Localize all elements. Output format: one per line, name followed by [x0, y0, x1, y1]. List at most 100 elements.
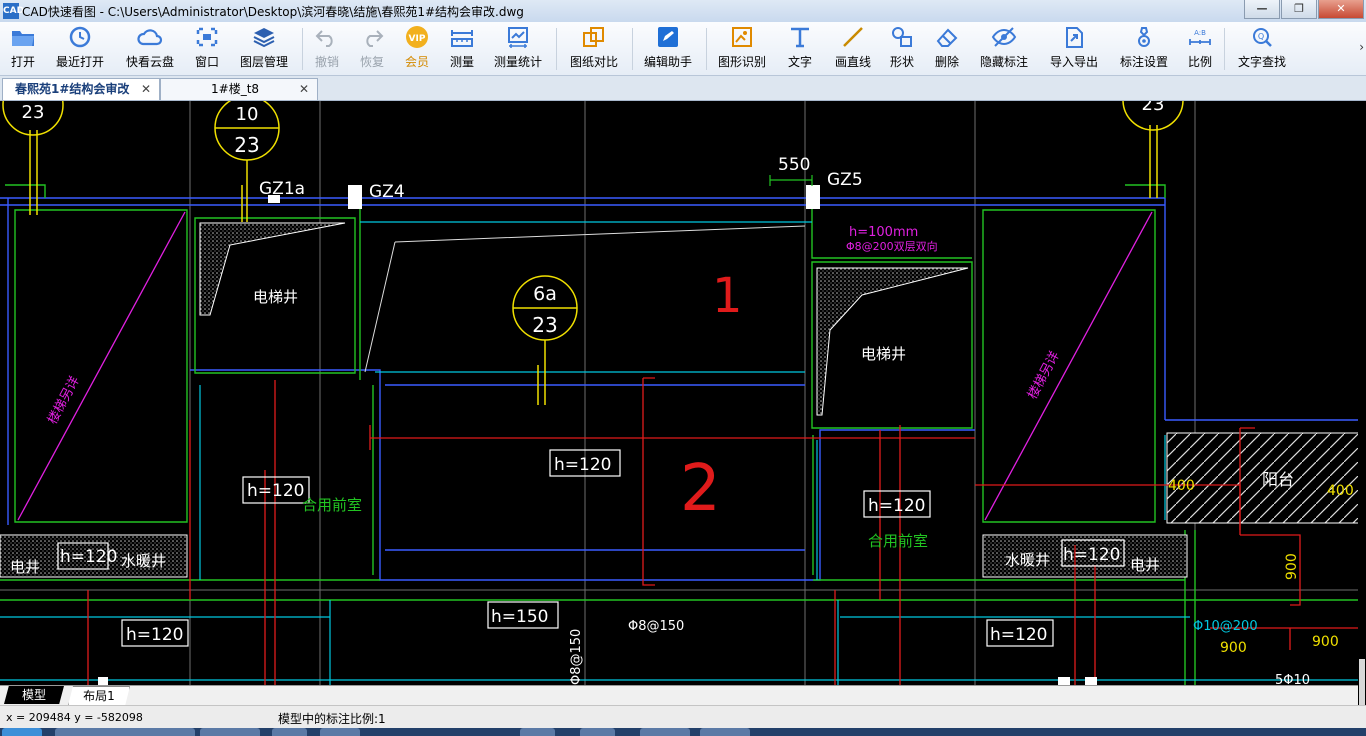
import-export-button[interactable]: 导入导出	[1046, 25, 1102, 73]
toolbar-separator	[302, 28, 303, 70]
edit-helper-button[interactable]: 编辑助手	[640, 25, 696, 73]
layers-icon	[253, 28, 275, 48]
import-export-label: 导入导出	[1049, 55, 1098, 69]
text-icon	[791, 27, 809, 48]
text-button[interactable]: 文字	[783, 25, 817, 73]
stats-icon	[508, 27, 528, 48]
bubble-right-partial: 23	[1142, 101, 1165, 115]
vip-icon: VIP	[406, 26, 428, 48]
compare-label: 图纸对比	[569, 55, 618, 69]
toolbar-separator	[1224, 28, 1225, 70]
scale-icon: A:B	[1189, 29, 1211, 45]
close-tab-icon[interactable]: ✕	[299, 79, 309, 100]
vip-button[interactable]: VIP 会员	[400, 25, 434, 73]
dimension-550	[769, 175, 813, 186]
layout-tab-bar: 模型 布局1	[0, 685, 1358, 706]
cloud-button[interactable]: 快看云盘	[122, 25, 178, 73]
taskbar-item[interactable]	[700, 728, 750, 736]
label-h120-shaft-right: h=120	[1063, 545, 1120, 565]
tab-model[interactable]: 模型	[4, 686, 64, 704]
label-h100: h=100mm	[849, 225, 918, 240]
undo-icon	[315, 30, 333, 47]
taskbar-item[interactable]	[640, 728, 690, 736]
window-button[interactable]: 窗口	[190, 25, 224, 73]
taskbar-item[interactable]	[200, 728, 260, 736]
close-tab-icon[interactable]: ✕	[141, 79, 151, 100]
line-button[interactable]: 画直线	[830, 25, 876, 73]
settings-icon	[1138, 27, 1150, 47]
label-elevator-2: 电梯井	[861, 345, 906, 363]
recent-button[interactable]: 最近打开	[52, 25, 108, 73]
label-elevator-1: 电梯井	[253, 288, 298, 306]
taskbar-item[interactable]	[580, 728, 615, 736]
redo-label: 恢复	[359, 55, 384, 69]
measure-stats-button[interactable]: 测量统计	[490, 25, 546, 73]
label-rebar-150: Φ8@150	[628, 619, 684, 634]
export-icon	[1066, 27, 1083, 48]
taskbar-item[interactable]	[520, 728, 555, 736]
taskbar-item[interactable]	[55, 728, 195, 736]
label-900-b: 900	[1312, 634, 1339, 650]
shape-recognition-icon	[732, 27, 752, 47]
drawing-canvas[interactable]: 10 23 6a 23 23 23 GZ1a GZ4 GZ5 550 电梯井 电…	[0, 101, 1366, 685]
label-h120-right: h=120	[868, 496, 925, 516]
hide-annotations-label: 隐藏标注	[979, 55, 1028, 69]
maximize-button[interactable]: ❐	[1281, 0, 1317, 19]
minimize-button[interactable]: —	[1244, 0, 1280, 19]
tab-layout1[interactable]: 布局1	[68, 686, 130, 706]
label-water-shaft-1: 水暖井	[121, 552, 166, 570]
taskbar-start-icon[interactable]	[2, 728, 42, 736]
edit-helper-icon	[658, 27, 678, 47]
cloud-icon	[137, 29, 163, 46]
measure-button[interactable]: 测量	[445, 25, 479, 73]
edit-helper-label: 编辑助手	[643, 55, 692, 69]
label-900-vertical: 900	[1284, 553, 1300, 580]
label-gz1a: GZ1a	[259, 179, 305, 199]
scale-button[interactable]: A:B 比例	[1185, 25, 1215, 73]
cad-drawing: 10 23 6a 23 23 23 GZ1a GZ4 GZ5 550 电梯井 电…	[0, 101, 1366, 685]
label-550: 550	[778, 155, 810, 175]
vertical-scrollbar[interactable]	[1358, 101, 1366, 721]
tab-chunxiyuan-structure[interactable]: 春熙苑1#结构会审改 ✕	[2, 78, 160, 100]
svg-text:A:B: A:B	[1194, 29, 1206, 37]
recent-label: 最近打开	[55, 55, 104, 69]
column-markers	[98, 185, 1097, 685]
shape-button[interactable]: 形状	[885, 25, 919, 73]
measure-label: 测量	[449, 55, 474, 69]
stair-diagonal-left	[17, 211, 186, 521]
label-h120-bottom-left: h=120	[126, 625, 183, 645]
annotation-settings-label: 标注设置	[1119, 55, 1168, 69]
drawing-text: 10 23 6a 23 23 23 GZ1a GZ4 GZ5 550 电梯井 电…	[10, 101, 1354, 685]
annotation-scale-text: 模型中的标注比例:1	[278, 712, 386, 726]
find-text-icon: Q	[1253, 28, 1272, 47]
window-icon	[196, 27, 218, 47]
redo-button[interactable]: 恢复	[355, 25, 389, 73]
delete-button[interactable]: 删除	[930, 25, 964, 73]
label-front-room-1: 合用前室	[302, 496, 362, 514]
find-text-button[interactable]: Q 文字查找	[1234, 25, 1290, 73]
label-stair-left: 楼梯另详	[45, 374, 83, 427]
room-1-mark: 1	[712, 268, 743, 324]
close-window-button[interactable]: ✕	[1318, 0, 1364, 19]
undo-button[interactable]: 撤销	[310, 25, 344, 73]
vip-label: 会员	[404, 55, 429, 69]
toolbar-more-chevron-icon[interactable]: ›	[1359, 40, 1364, 54]
toolbar-separator	[632, 28, 633, 70]
layers-button[interactable]: 图层管理	[236, 25, 292, 73]
hide-annotations-button[interactable]: 隐藏标注	[976, 25, 1032, 73]
taskbar-item[interactable]	[272, 728, 307, 736]
shape-recognition-button[interactable]: 图形识别	[714, 25, 770, 73]
open-button[interactable]: 打开	[4, 25, 42, 73]
compare-button[interactable]: 图纸对比	[566, 25, 622, 73]
annotation-settings-button[interactable]: 标注设置	[1116, 25, 1172, 73]
delete-label: 删除	[934, 55, 959, 69]
tab-building1-t8[interactable]: 1#楼_t8 ✕	[160, 78, 318, 100]
eraser-icon	[936, 28, 958, 47]
open-label: 打开	[10, 55, 35, 69]
label-front-room-2: 合用前室	[868, 532, 928, 550]
svg-text:VIP: VIP	[409, 34, 426, 44]
label-gz5: GZ5	[827, 170, 863, 190]
label-900-a: 900	[1220, 640, 1247, 656]
clock-icon	[69, 26, 91, 48]
taskbar-item[interactable]	[320, 728, 360, 736]
